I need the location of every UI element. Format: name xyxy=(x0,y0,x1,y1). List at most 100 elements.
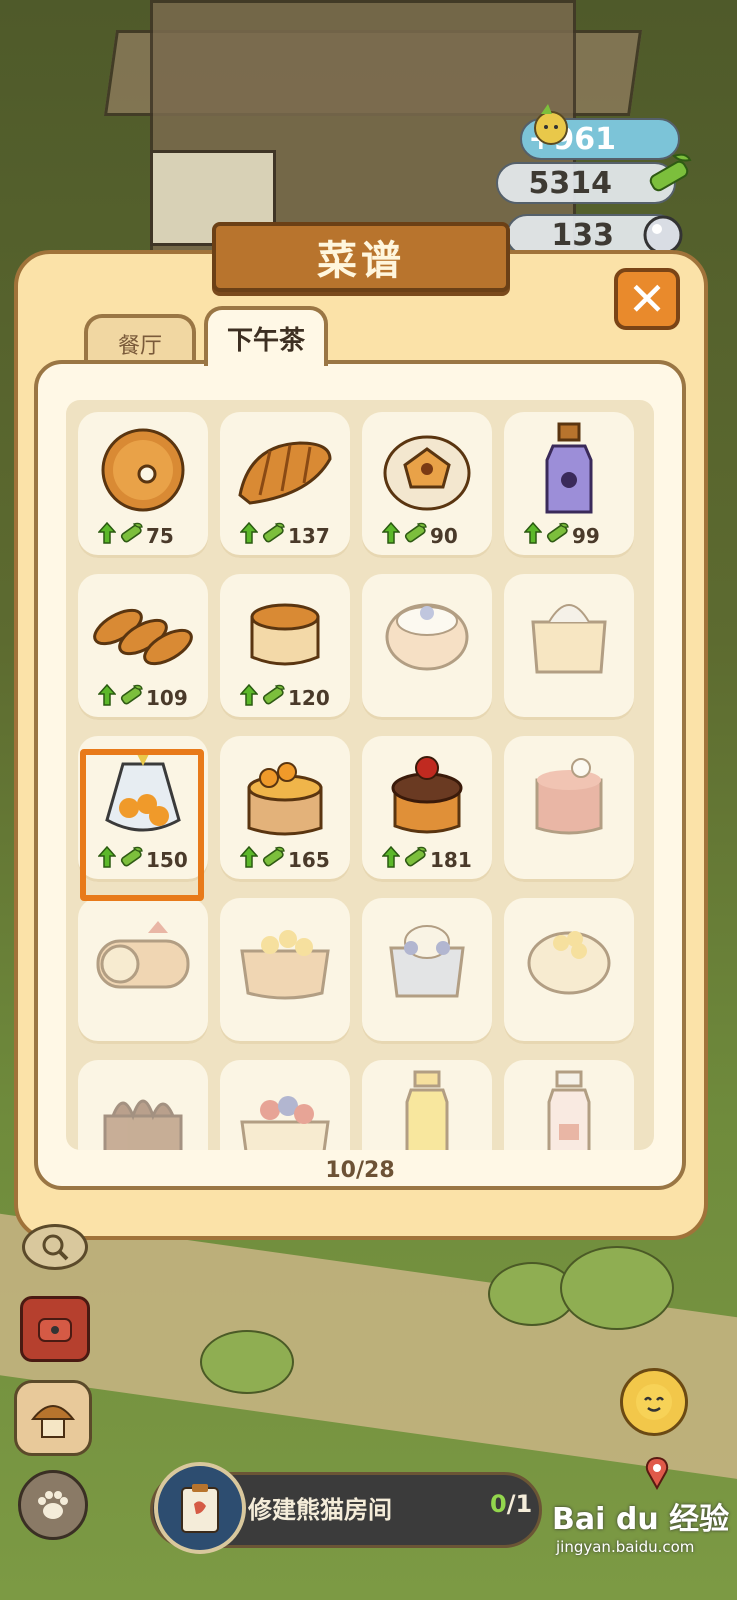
recipe-upgrade-price: 90 xyxy=(382,521,458,550)
recipe-card[interactable]: 90 xyxy=(362,412,492,558)
donut-icon xyxy=(78,420,208,520)
bamboo-icon xyxy=(118,683,144,712)
map-pin-icon[interactable] xyxy=(640,1456,674,1490)
recipe-card[interactable]: 109 xyxy=(78,574,208,720)
recipe-card[interactable] xyxy=(504,736,634,882)
recipe-grid-viewport[interactable]: 75 137 90 99 109 120 150 165 181 xyxy=(66,400,654,1150)
paw-button[interactable] xyxy=(18,1470,88,1540)
task-progress: 0/1 xyxy=(490,1490,532,1518)
berry-tart-icon xyxy=(220,1068,350,1150)
close-icon: ✕ xyxy=(627,272,667,326)
recipe-card[interactable] xyxy=(504,1060,634,1150)
upgrade-arrow-icon xyxy=(240,846,258,873)
tab-afternoon-tea[interactable]: 下午茶 xyxy=(204,306,328,366)
bamboo-icon xyxy=(260,521,286,550)
recipe-card[interactable]: 181 xyxy=(362,736,492,882)
watermark-url: jingyan.baidu.com xyxy=(556,1538,695,1556)
recipe-upgrade-price: 165 xyxy=(240,845,330,874)
upgrade-arrow-icon xyxy=(240,522,258,549)
recipe-upgrade-price: 150 xyxy=(98,845,188,874)
juice-bottle-icon xyxy=(362,1068,492,1150)
close-button[interactable]: ✕ xyxy=(614,268,680,330)
recipe-card[interactable] xyxy=(362,1060,492,1150)
price-value: 109 xyxy=(146,685,188,710)
recipe-upgrade-price: 137 xyxy=(240,521,330,550)
upgrade-arrow-icon xyxy=(98,846,116,873)
bush xyxy=(200,1330,294,1394)
recipe-upgrade-price: 109 xyxy=(98,683,188,712)
bamboo-icon xyxy=(118,845,144,874)
task-done: 0 xyxy=(490,1490,507,1518)
paw-icon xyxy=(38,1491,68,1519)
orange-cake-icon xyxy=(220,744,350,844)
price-value: 150 xyxy=(146,847,188,872)
blueberry-parfait-icon xyxy=(362,906,492,1006)
upgrade-arrow-icon xyxy=(382,846,400,873)
recipe-upgrade-price: 75 xyxy=(98,521,174,550)
recipe-card[interactable] xyxy=(504,898,634,1044)
upgrade-arrow-icon xyxy=(98,522,116,549)
strawberry-mousse-icon xyxy=(504,744,634,844)
bamboo-icon xyxy=(260,845,286,874)
price-value: 75 xyxy=(146,523,174,548)
recipe-card[interactable] xyxy=(220,1060,350,1150)
clipboard-icon xyxy=(181,1484,219,1533)
recipe-card[interactable] xyxy=(220,898,350,1044)
recipe-card[interactable]: 120 xyxy=(220,574,350,720)
recipe-card[interactable]: 137 xyxy=(220,412,350,558)
price-value: 181 xyxy=(430,847,472,872)
upgrade-arrow-icon xyxy=(382,522,400,549)
bamboo-icon xyxy=(260,683,286,712)
bamboo-icon xyxy=(118,521,144,550)
recipe-card[interactable]: 165 xyxy=(220,736,350,882)
recipe-card[interactable] xyxy=(504,574,634,720)
recipe-card[interactable]: 99 xyxy=(504,412,634,558)
pearl-value: 133 xyxy=(551,217,614,253)
fruit-tart-icon xyxy=(220,906,350,1006)
watermark-logo: Bai du 经验 xyxy=(552,1502,730,1537)
task-label: 修建熊猫房间 xyxy=(248,1496,392,1524)
recipe-card[interactable] xyxy=(362,898,492,1044)
chocolate-cake-icon xyxy=(78,1068,208,1150)
recipe-upgrade-price: 120 xyxy=(240,683,330,712)
swiss-roll-icon xyxy=(78,906,208,1006)
croissant-icon xyxy=(220,420,350,520)
bread-loaf-bag-icon xyxy=(504,582,634,682)
smile-face-icon xyxy=(636,1384,672,1420)
bamboo-icon xyxy=(402,521,428,550)
recipe-progress-counter: 10/28 xyxy=(325,1158,395,1183)
bamboo-icon xyxy=(544,521,570,550)
bamboo-icon xyxy=(402,845,428,874)
recipe-card[interactable] xyxy=(78,898,208,1044)
price-value: 90 xyxy=(430,523,458,548)
task-clipboard-button[interactable] xyxy=(154,1462,246,1554)
cream-puff-icon xyxy=(504,906,634,1006)
emoji-button[interactable] xyxy=(620,1368,688,1436)
candy-bag-icon xyxy=(78,744,208,844)
recipe-grid: 75 137 90 99 109 120 150 165 181 xyxy=(78,412,634,1150)
chocolate-cherry-cake-icon xyxy=(362,744,492,844)
recipe-card[interactable] xyxy=(362,574,492,720)
mushroom-house-icon xyxy=(30,1405,76,1438)
strawberry-milk-icon xyxy=(504,1068,634,1150)
upgrade-arrow-icon xyxy=(240,684,258,711)
price-value: 99 xyxy=(572,523,600,548)
magnifier-icon xyxy=(42,1234,69,1261)
blueberry-bun-icon xyxy=(362,582,492,682)
magnifier-button[interactable] xyxy=(22,1224,88,1270)
recipe-card[interactable]: 150 xyxy=(78,736,208,882)
recipe-card[interactable]: 75 xyxy=(78,412,208,558)
upgrade-arrow-icon xyxy=(98,684,116,711)
mini-baguettes-icon xyxy=(78,582,208,682)
price-value: 165 xyxy=(288,847,330,872)
berry-drink-bottle-icon xyxy=(504,420,634,520)
price-value: 120 xyxy=(288,685,330,710)
mailbox-button[interactable] xyxy=(20,1296,90,1362)
mailbox-icon xyxy=(38,1318,72,1342)
recipe-card[interactable] xyxy=(78,1060,208,1150)
dialog-title: 菜谱 xyxy=(212,222,510,292)
recipe-upgrade-price: 181 xyxy=(382,845,472,874)
price-value: 137 xyxy=(288,523,330,548)
bamboo-value: 5314 xyxy=(528,165,613,201)
mushroom-house-button[interactable] xyxy=(14,1380,92,1456)
